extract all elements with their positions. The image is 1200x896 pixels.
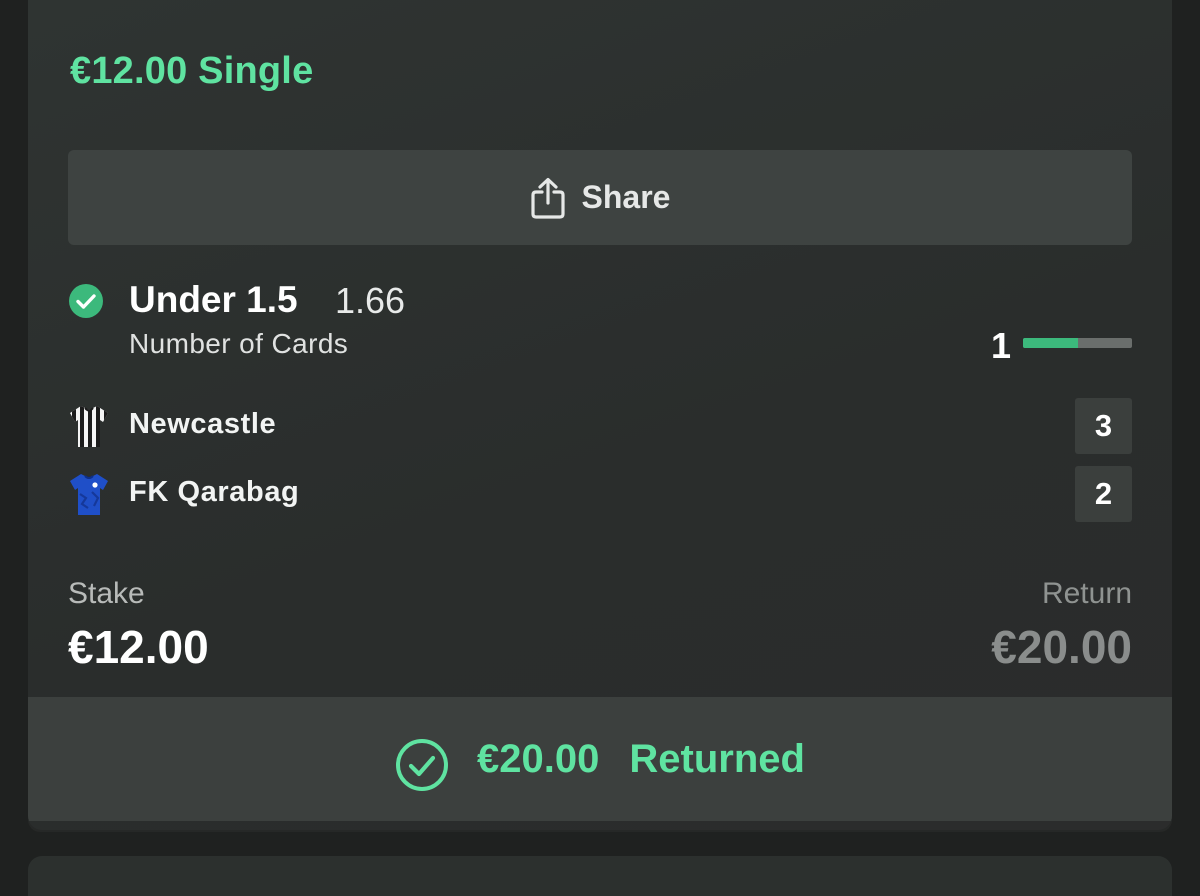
returned-banner: €20.00 Returned (28, 697, 1172, 821)
returned-label: Returned (629, 736, 805, 781)
bet-title: €12.00 Single (70, 50, 314, 92)
return-value: €20.00 (991, 621, 1132, 673)
selection-odds: 1.66 (335, 280, 406, 321)
share-icon (530, 177, 566, 219)
next-bet-card (28, 856, 1172, 896)
share-button[interactable]: Share (68, 150, 1132, 245)
return-label: Return (1041, 577, 1132, 610)
market-name: Number of Cards (129, 328, 349, 359)
team-score: 2 (1075, 466, 1132, 522)
qarabag-shirt-icon (68, 472, 110, 516)
team-name: Newcastle (129, 408, 277, 440)
team-row-home: Newcastle 3 (68, 398, 1132, 454)
cards-progress-bar (1023, 338, 1132, 348)
team-name: FK Qarabag (129, 476, 300, 508)
share-label: Share (581, 179, 671, 215)
bet-card: €12.00 Single Share Under 1.5 1.66 Numbe… (28, 0, 1172, 830)
newcastle-shirt-icon (68, 404, 110, 448)
check-circle-icon (68, 283, 104, 319)
team-score: 3 (1075, 398, 1132, 454)
stake-label: Stake (68, 577, 145, 610)
cards-progress-fill (1023, 338, 1078, 348)
returned-amount: €20.00 (477, 736, 600, 781)
stake-value: €12.00 (68, 621, 209, 673)
check-circle-outline-icon (395, 738, 449, 792)
team-row-away: FK Qarabag 2 (68, 466, 1132, 522)
cards-count: 1 (991, 325, 1012, 366)
selection-name: Under 1.5 (129, 279, 298, 320)
